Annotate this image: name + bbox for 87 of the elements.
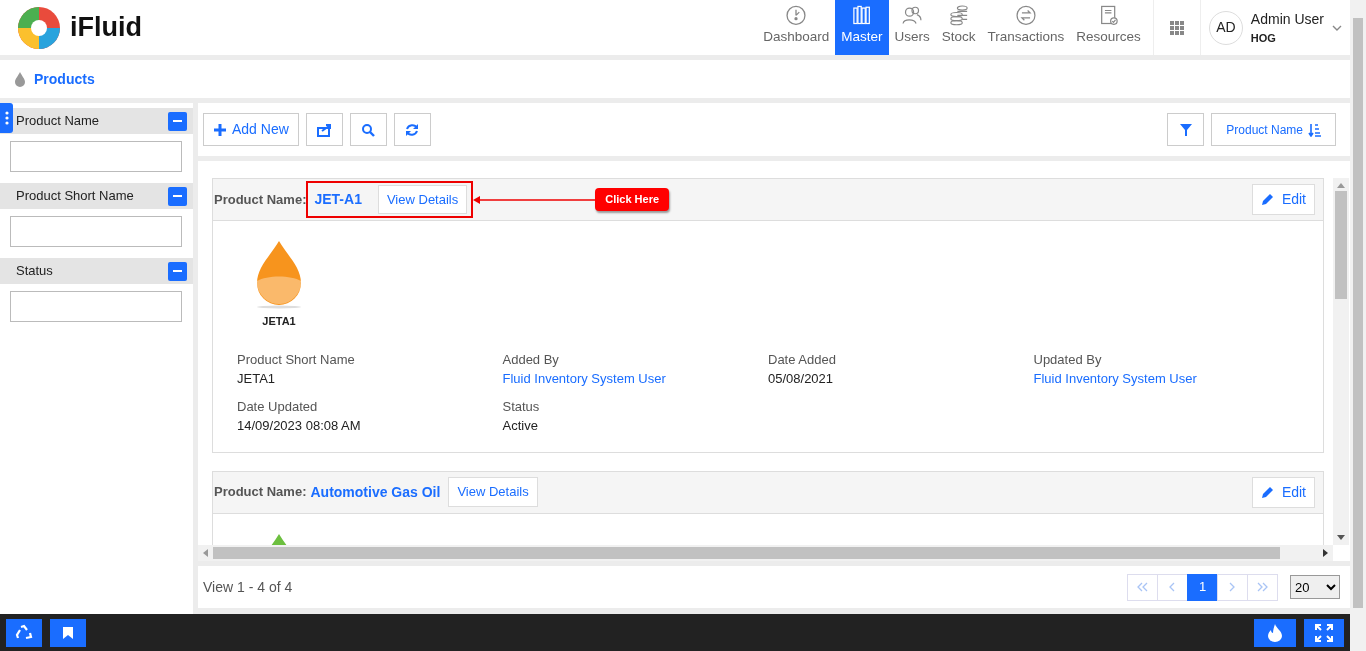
product-name-link[interactable]: JET-A1	[314, 189, 362, 210]
export-button[interactable]	[305, 113, 343, 146]
field-label: Added By	[502, 350, 560, 369]
nav-tab[interactable]: Users	[888, 0, 936, 55]
bookmark-button[interactable]	[50, 618, 86, 647]
more-icon	[4, 111, 9, 125]
field-label: Date Updated	[237, 397, 319, 416]
filter-label: Product Short Name	[16, 187, 134, 206]
minus-icon	[173, 270, 182, 272]
scroll-down-icon[interactable]	[1337, 535, 1345, 540]
horizontal-scrollbar[interactable]	[198, 545, 1333, 561]
user-link[interactable]: Fluid Inventory System User	[502, 369, 666, 389]
user-link[interactable]: Fluid Inventory System User	[1033, 369, 1197, 389]
page-scrollbar[interactable]	[1350, 0, 1366, 651]
product-name-label: Product Name:	[214, 483, 307, 502]
collapse-button[interactable]	[168, 261, 187, 281]
field-label: Product Short Name	[237, 350, 356, 369]
user-name: Admin User	[1250, 9, 1324, 29]
apps-grid-icon[interactable]	[1169, 20, 1184, 35]
scroll-thumb[interactable]	[1353, 18, 1363, 608]
bookmark-icon	[63, 626, 73, 639]
field-value: Active	[502, 417, 538, 435]
field-label: Updated By	[1033, 350, 1103, 369]
page-button[interactable]: 1	[1187, 573, 1218, 601]
user-role: HOG	[1250, 30, 1277, 46]
minus-icon	[173, 195, 182, 197]
filter-field[interactable]	[10, 291, 182, 322]
product-name-label: Product Name:	[214, 190, 307, 209]
fullscreen-button[interactable]	[1304, 618, 1344, 647]
scroll-right-icon[interactable]	[1323, 549, 1328, 557]
nav-tab[interactable]: Dashboard	[757, 0, 836, 55]
field-label: Status	[502, 397, 541, 416]
page-size-select[interactable]: 20	[1290, 575, 1340, 599]
pencil-icon	[1260, 485, 1274, 499]
sort-icon	[1308, 122, 1321, 137]
filter-label: Status	[16, 262, 53, 281]
field-value: JETA1	[237, 370, 276, 388]
scroll-thumb[interactable]	[213, 547, 1280, 559]
edit-button[interactable]: Edit	[1251, 476, 1315, 508]
pager-summary: View 1 - 4 of 4	[203, 577, 293, 597]
page-title: Products	[34, 69, 95, 89]
logo-text: iFluid	[70, 11, 142, 45]
filter-button[interactable]	[1167, 113, 1205, 146]
scroll-up-icon[interactable]	[1337, 183, 1345, 188]
list-scrollbar[interactable]	[1333, 178, 1349, 545]
collapse-button[interactable]	[168, 111, 187, 131]
sort-button[interactable]: Product Name	[1211, 113, 1336, 146]
collapse-button[interactable]	[168, 186, 187, 206]
nav-tab[interactable]: Resources	[1070, 0, 1147, 55]
view-details-button[interactable]: View Details	[448, 477, 538, 507]
field-value: 14/09/2023 08:08 AM	[237, 417, 361, 435]
flame-button[interactable]	[1254, 618, 1296, 647]
recycle-icon	[15, 623, 33, 642]
chevron-down-icon[interactable]	[1332, 24, 1342, 31]
minus-icon	[173, 120, 182, 122]
recycle-button[interactable]	[6, 618, 42, 647]
search-button[interactable]	[349, 113, 387, 146]
filter-field[interactable]	[10, 216, 182, 247]
nav-tab[interactable]: Master	[835, 0, 889, 55]
refresh-button[interactable]	[393, 113, 431, 146]
view-details-button[interactable]: View Details	[377, 184, 468, 215]
scroll-left-icon[interactable]	[203, 549, 208, 557]
product-image-label: JETA1	[262, 314, 296, 329]
sidebar-toggle-button[interactable]	[0, 103, 13, 133]
add-new-button[interactable]: Add New	[203, 113, 299, 146]
scroll-thumb[interactable]	[1335, 191, 1347, 299]
edit-button[interactable]: Edit	[1251, 184, 1315, 215]
double-chevron-icon	[1257, 582, 1268, 592]
filter-field[interactable]	[10, 141, 182, 172]
field-value: 05/08/2021	[768, 370, 834, 388]
logo-icon	[16, 4, 62, 51]
plus-icon	[213, 122, 227, 137]
search-icon	[361, 122, 376, 137]
flame-icon	[1268, 623, 1282, 642]
nav-tab[interactable]: Transactions	[981, 0, 1071, 55]
double-chevron-icon	[1137, 582, 1148, 592]
filter-label: Product Name	[16, 112, 100, 131]
field-label: Date Added	[768, 350, 837, 369]
expand-icon	[1315, 623, 1333, 642]
nav-tab[interactable]: Stock	[935, 0, 982, 55]
pencil-icon	[1260, 193, 1274, 206]
drop-icon	[14, 71, 26, 87]
product-name-link[interactable]: Automotive Gas Oil	[310, 481, 441, 503]
funnel-icon	[1178, 122, 1193, 137]
share-icon	[317, 122, 332, 137]
refresh-icon	[405, 122, 420, 137]
callout-label: Click Here	[595, 188, 670, 211]
